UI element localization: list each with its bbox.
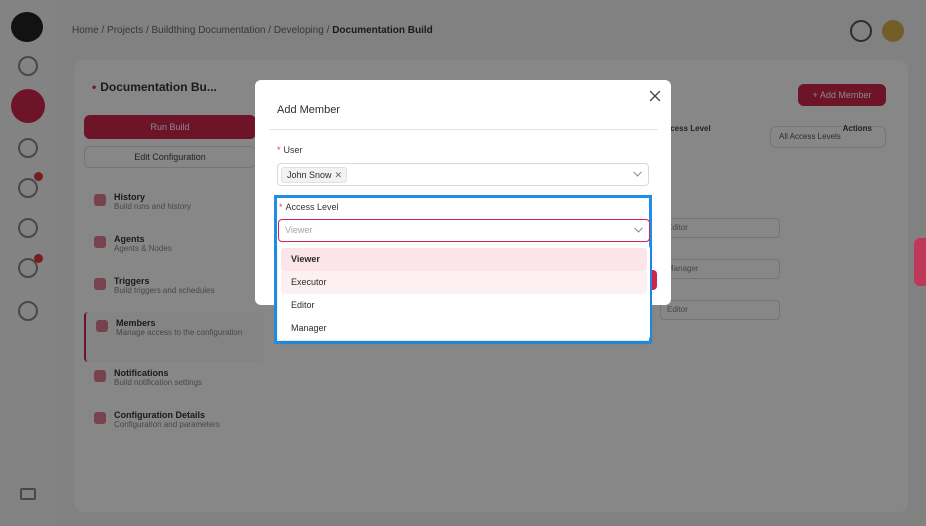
access-level-highlight: * Access Level Viewer Viewer Executor Edi… — [274, 195, 652, 344]
chevron-down-icon — [634, 227, 643, 233]
user-tag-label: John Snow — [287, 170, 332, 180]
access-level-placeholder: Viewer — [285, 225, 313, 235]
chevron-down-icon — [633, 171, 642, 177]
option-viewer[interactable]: Viewer — [281, 248, 647, 271]
modal-title: Add Member — [277, 104, 340, 116]
modal-divider — [269, 129, 658, 130]
option-editor[interactable]: Editor — [281, 294, 647, 317]
access-level-dropdown: Viewer Executor Editor Manager — [278, 245, 650, 340]
user-select[interactable]: John Snow ✕ — [277, 163, 649, 186]
feedback-tab[interactable] — [914, 238, 926, 286]
access-level-label: * Access Level — [279, 202, 339, 212]
close-icon — [649, 90, 661, 102]
user-field-label: * User — [277, 145, 303, 155]
option-manager[interactable]: Manager — [281, 317, 647, 340]
remove-tag-icon[interactable]: ✕ — [335, 168, 343, 182]
close-button[interactable] — [647, 88, 663, 104]
option-executor[interactable]: Executor — [281, 271, 647, 294]
user-tag: John Snow ✕ — [281, 167, 348, 183]
access-level-select[interactable]: Viewer — [278, 219, 650, 242]
